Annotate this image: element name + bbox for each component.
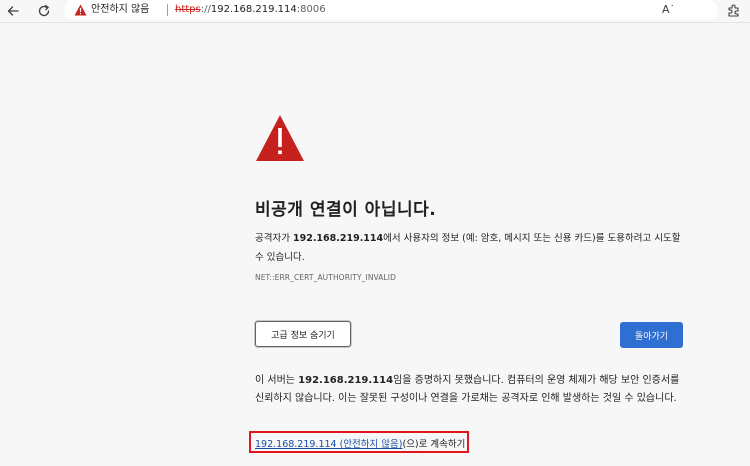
- details-host: 192.168.219.114: [298, 375, 394, 386]
- back-button[interactable]: 돌아가기: [620, 322, 683, 348]
- warning-description: 공격자가 192.168.219.114에서 사용자의 정보 (예: 암호, 메…: [255, 229, 685, 267]
- reload-icon[interactable]: [35, 2, 53, 20]
- puzzle-icon[interactable]: [726, 2, 742, 18]
- description-host: 192.168.219.114: [292, 233, 384, 244]
- url-separator: ://: [200, 4, 211, 15]
- advanced-details: 이 서버는 192.168.219.114임을 증명하지 못했습니다. 컴퓨터의…: [255, 372, 687, 408]
- url-port: :8006: [296, 4, 326, 15]
- back-arrow-icon[interactable]: [4, 2, 22, 20]
- url-host: 192.168.219.114: [210, 4, 297, 15]
- read-aloud-icon[interactable]: A˙: [662, 3, 675, 17]
- url-text[interactable]: https://192.168.219.114:8006: [175, 3, 326, 17]
- details-prefix: 이 서버는: [255, 375, 299, 386]
- hide-advanced-button[interactable]: 고급 정보 숨기기: [255, 321, 351, 347]
- proceed-link[interactable]: 192.168.219.114 (안전하지 않음): [255, 439, 402, 450]
- error-code[interactable]: NET::ERR_CERT_AUTHORITY_INVALID: [255, 273, 396, 282]
- url-scheme: https: [175, 4, 201, 15]
- security-status-label[interactable]: 안전하지 않음: [91, 3, 149, 17]
- warning-triangle-icon: [256, 115, 304, 161]
- browser-toolbar: 안전하지 않음 https://192.168.219.114:8006 A˙: [0, 0, 750, 23]
- warning-triangle-icon[interactable]: [74, 4, 87, 16]
- page-title: 비공개 연결이 아닙니다.: [255, 200, 437, 220]
- description-prefix: 공격자가: [255, 233, 293, 244]
- address-divider: [167, 4, 168, 16]
- address-bar[interactable]: 안전하지 않음 https://192.168.219.114:8006 A˙: [64, 0, 718, 20]
- proceed-line: 192.168.219.114 (안전하지 않음)(으)로 계속하기: [255, 439, 465, 451]
- proceed-suffix: (으)로 계속하기: [402, 439, 466, 450]
